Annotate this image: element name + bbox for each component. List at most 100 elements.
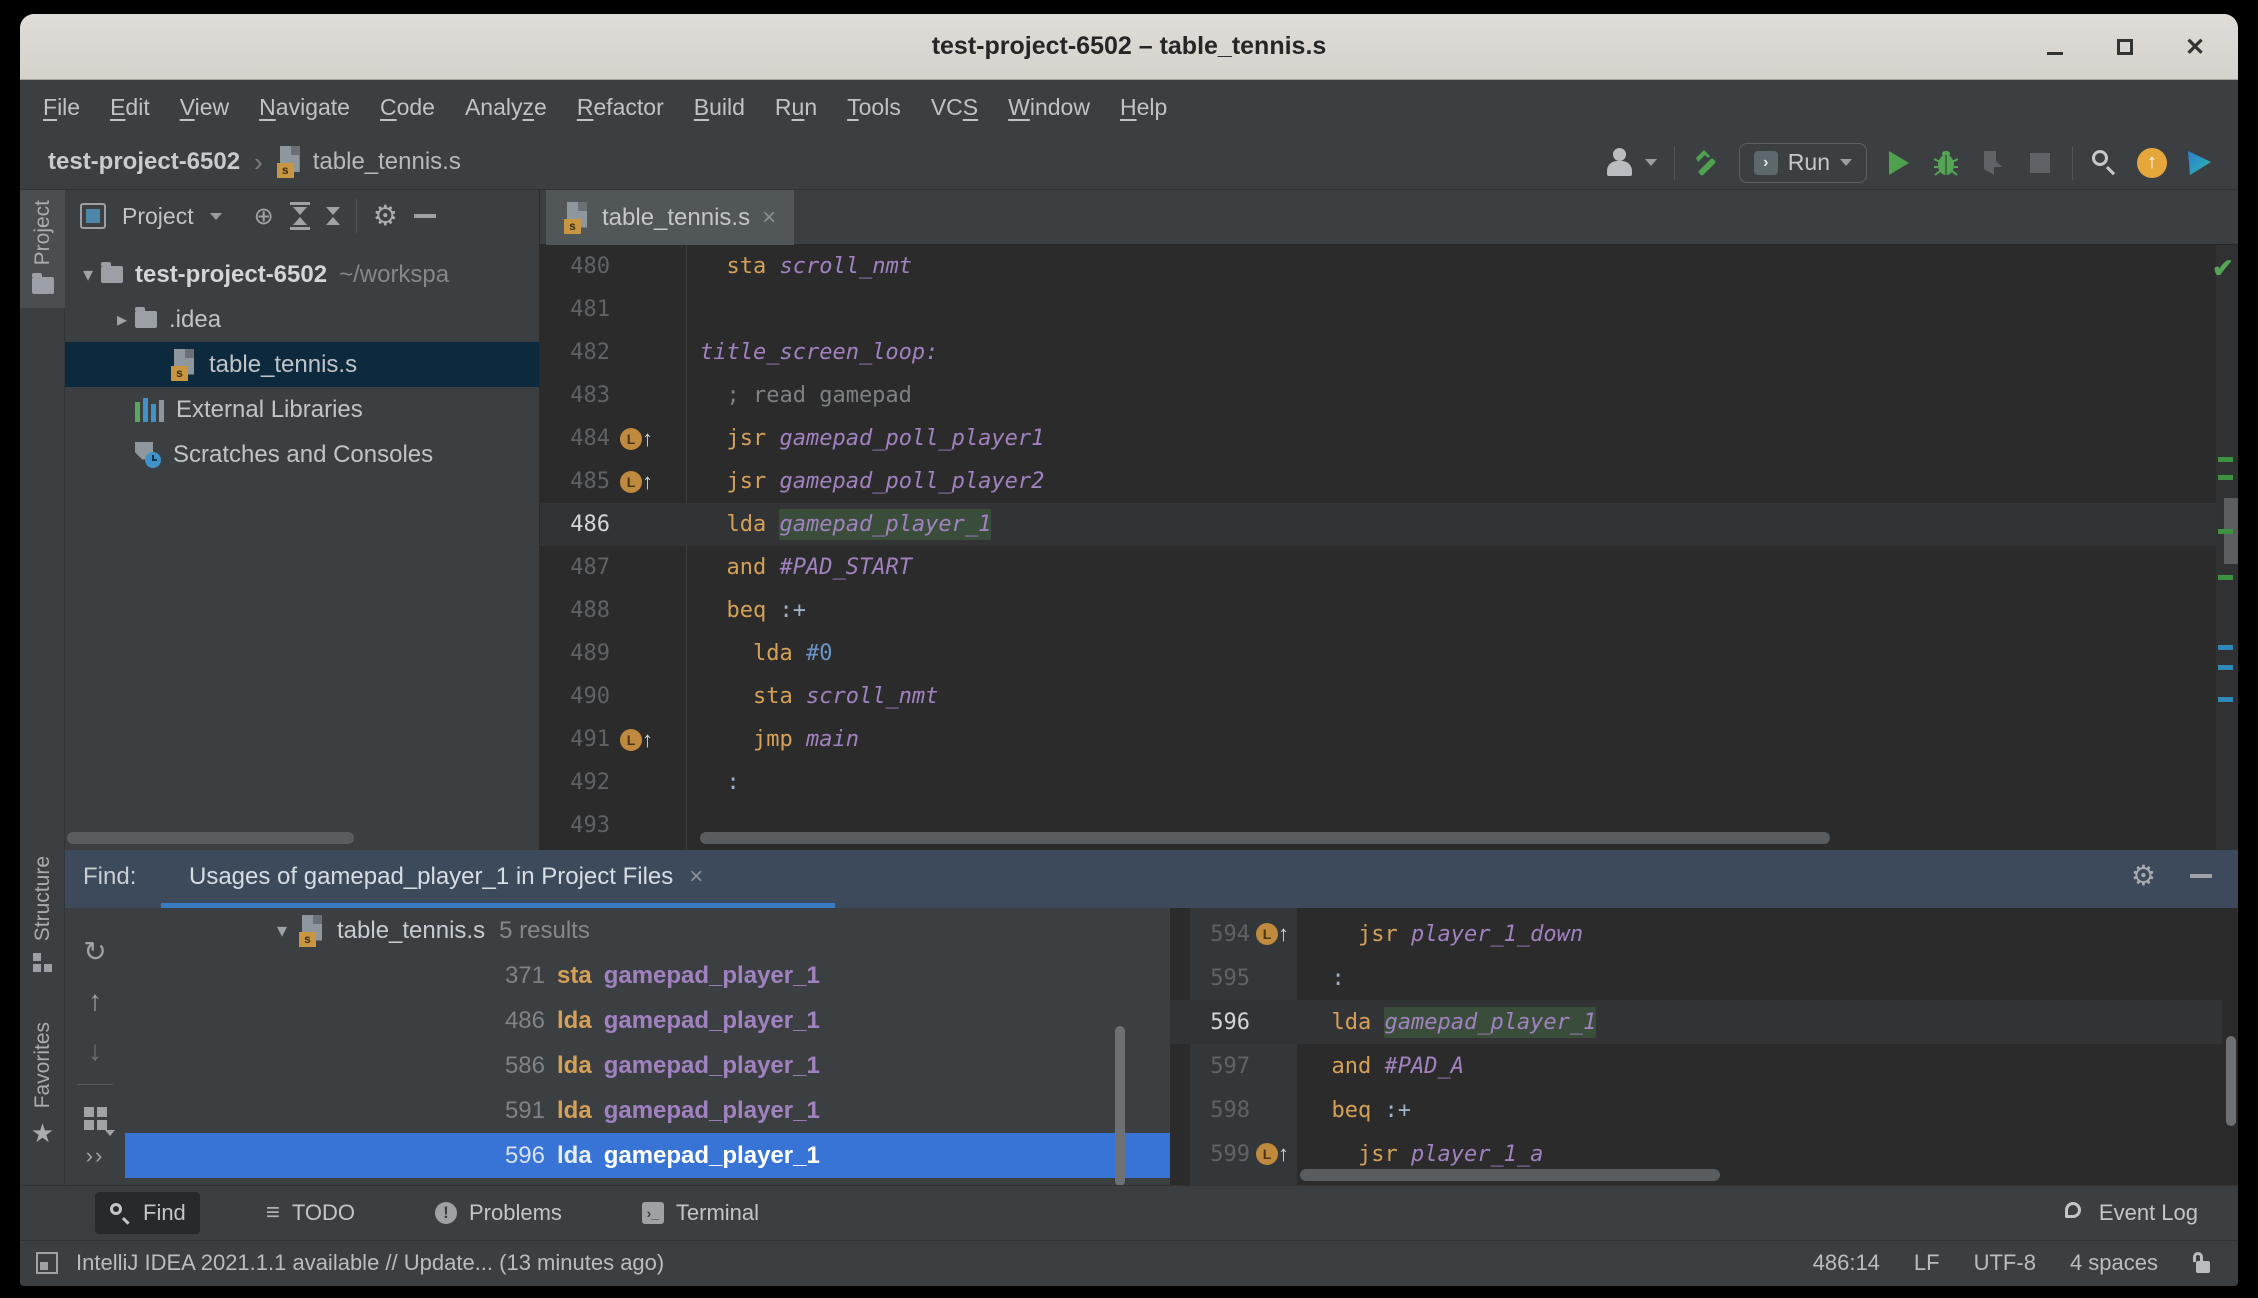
project-panel-title[interactable]: Project: [122, 203, 194, 230]
result-row[interactable]: 586ldagamepad_player_1: [125, 1043, 1170, 1088]
menu-item-file[interactable]: File: [28, 94, 95, 121]
menu-item-run[interactable]: Run: [760, 94, 832, 121]
menu-item-analyze[interactable]: Analyze: [450, 94, 562, 121]
code-line[interactable]: 594L↑ jsr player_1_down: [1170, 912, 2222, 956]
result-row[interactable]: 371stagamepad_player_1: [125, 953, 1170, 998]
breadcrumb-file[interactable]: table_tennis.s: [313, 148, 461, 176]
menu-item-edit[interactable]: Edit: [95, 94, 165, 121]
line-number[interactable]: 489: [540, 641, 610, 666]
tree-row[interactable]: External Libraries: [65, 387, 539, 432]
tree-chevron-icon[interactable]: ▸: [109, 307, 135, 332]
label-gutter-icon[interactable]: L↑: [1256, 923, 1289, 945]
stripe-mark[interactable]: [2218, 529, 2233, 534]
editor-tab[interactable]: s table_tennis.s ×: [546, 190, 794, 245]
code-line[interactable]: 482title_screen_loop:: [540, 331, 2216, 374]
file-encoding[interactable]: UTF-8: [1974, 1250, 2036, 1276]
rerun-search-icon[interactable]: ↻: [83, 926, 106, 976]
line-number[interactable]: 594: [1170, 922, 1250, 947]
title-bar[interactable]: test-project-6502 – table_tennis.s ✕: [20, 14, 2238, 80]
tree-row[interactable]: ▾test-project-6502~/workspa: [65, 252, 539, 297]
code-line[interactable]: 486 lda gamepad_player_1: [540, 503, 2216, 546]
line-separator[interactable]: LF: [1914, 1250, 1940, 1276]
stripe-tab-structure[interactable]: Structure: [20, 856, 65, 972]
line-number[interactable]: 598: [1170, 1098, 1250, 1123]
line-number[interactable]: 486: [540, 512, 610, 537]
code-area[interactable]: 480 sta scroll_nmt 481 482title_screen_loo…: [540, 245, 2216, 850]
code-line[interactable]: 484L↑ jsr gamepad_poll_player1: [540, 417, 2216, 460]
event-log-button[interactable]: Event Log: [2065, 1200, 2198, 1226]
toolwindow-button-problems[interactable]: !Problems: [421, 1192, 576, 1234]
find-group-row[interactable]: ▾stable_tennis.s5 results: [125, 908, 1170, 953]
close-icon[interactable]: ×: [762, 204, 776, 232]
tree-row[interactable]: ▸.idea: [65, 297, 539, 342]
line-number[interactable]: 596: [1170, 1010, 1250, 1035]
result-row[interactable]: 591ldagamepad_player_1: [125, 1088, 1170, 1133]
usage-preview[interactable]: 594L↑ jsr player_1_down595 :596 lda game…: [1170, 908, 2238, 1185]
stripe-mark[interactable]: [2218, 475, 2233, 480]
minimize-button[interactable]: [2042, 34, 2068, 60]
line-number[interactable]: 482: [540, 340, 610, 365]
debug-button[interactable]: [1931, 148, 1961, 178]
menu-item-navigate[interactable]: Navigate: [244, 94, 365, 121]
line-number[interactable]: 599: [1170, 1142, 1250, 1167]
gear-icon[interactable]: ⚙: [373, 202, 398, 230]
menu-item-tools[interactable]: Tools: [832, 94, 916, 121]
run-configuration-select[interactable]: › Run: [1739, 143, 1867, 183]
indent-setting[interactable]: 4 spaces: [2070, 1250, 2158, 1276]
code-line[interactable]: 485L↑ jsr gamepad_poll_player2: [540, 460, 2216, 503]
stripe-mark[interactable]: [2218, 665, 2233, 670]
menu-item-vcs[interactable]: VCS: [916, 94, 993, 121]
stripe-mark[interactable]: [2218, 645, 2233, 650]
menu-item-build[interactable]: Build: [679, 94, 760, 121]
line-number[interactable]: 491: [540, 727, 610, 752]
menu-item-window[interactable]: Window: [993, 94, 1105, 121]
stripe-mark[interactable]: [2218, 697, 2233, 702]
stripe-tab-favorites[interactable]: Favorites ★: [20, 1022, 65, 1146]
label-gutter-icon[interactable]: L↑: [620, 428, 653, 450]
tool-window-switcher-icon[interactable]: [36, 1252, 58, 1274]
code-line[interactable]: 595 :: [1170, 956, 2222, 1000]
line-number[interactable]: 485: [540, 469, 610, 494]
stripe-tab-project[interactable]: Project: [20, 190, 65, 308]
stripe-mark[interactable]: [2218, 457, 2233, 462]
stop-button[interactable]: [2025, 148, 2055, 178]
chevron-down-icon[interactable]: [210, 213, 222, 220]
maximize-button[interactable]: [2112, 34, 2138, 60]
code-line[interactable]: 596 lda gamepad_player_1: [1170, 1000, 2222, 1044]
error-stripe[interactable]: ✔: [2216, 245, 2238, 850]
code-line[interactable]: 488 beq :+: [540, 589, 2216, 632]
horizontal-scrollbar[interactable]: [1300, 1169, 1720, 1181]
breadcrumb-project[interactable]: test-project-6502: [48, 148, 240, 176]
toolwindow-button-todo[interactable]: ≡TODO: [252, 1192, 369, 1234]
code-line[interactable]: 480 sta scroll_nmt: [540, 245, 2216, 288]
previous-occurrence-icon[interactable]: ↑: [88, 976, 102, 1026]
hide-panel-icon[interactable]: [414, 214, 436, 218]
collapse-all-icon[interactable]: [326, 207, 340, 225]
update-available-icon[interactable]: ↑: [2137, 148, 2167, 178]
horizontal-scrollbar[interactable]: [67, 832, 354, 844]
code-line[interactable]: 490 sta scroll_nmt: [540, 675, 2216, 718]
line-number[interactable]: 490: [540, 684, 610, 709]
code-line[interactable]: 483 ; read gamepad: [540, 374, 2216, 417]
line-number[interactable]: 481: [540, 297, 610, 322]
close-button[interactable]: ✕: [2182, 34, 2208, 60]
line-number[interactable]: 492: [540, 770, 610, 795]
vertical-scrollbar[interactable]: [2226, 1036, 2236, 1126]
toolwindow-button-find[interactable]: Find: [95, 1192, 200, 1234]
run-button[interactable]: [1884, 148, 1914, 178]
unlock-icon[interactable]: [2192, 1252, 2212, 1274]
stripe-mark[interactable]: [2218, 575, 2233, 580]
more-options-icon[interactable]: ››: [86, 1143, 105, 1169]
code-line[interactable]: 598 beq :+: [1170, 1088, 2222, 1132]
code-line[interactable]: 597 and #PAD_A: [1170, 1044, 2222, 1088]
label-gutter-icon[interactable]: L↑: [620, 729, 653, 751]
caret-position[interactable]: 486:14: [1813, 1250, 1880, 1276]
line-number[interactable]: 484: [540, 426, 610, 451]
chevron-down-icon[interactable]: ▾: [265, 918, 299, 943]
tree-chevron-icon[interactable]: ▾: [75, 262, 101, 287]
line-number[interactable]: 488: [540, 598, 610, 623]
code-line[interactable]: 492 :: [540, 761, 2216, 804]
label-gutter-icon[interactable]: L↑: [620, 471, 653, 493]
search-everywhere-icon[interactable]: [2090, 148, 2120, 178]
vertical-scrollbar[interactable]: [1115, 1026, 1125, 1186]
